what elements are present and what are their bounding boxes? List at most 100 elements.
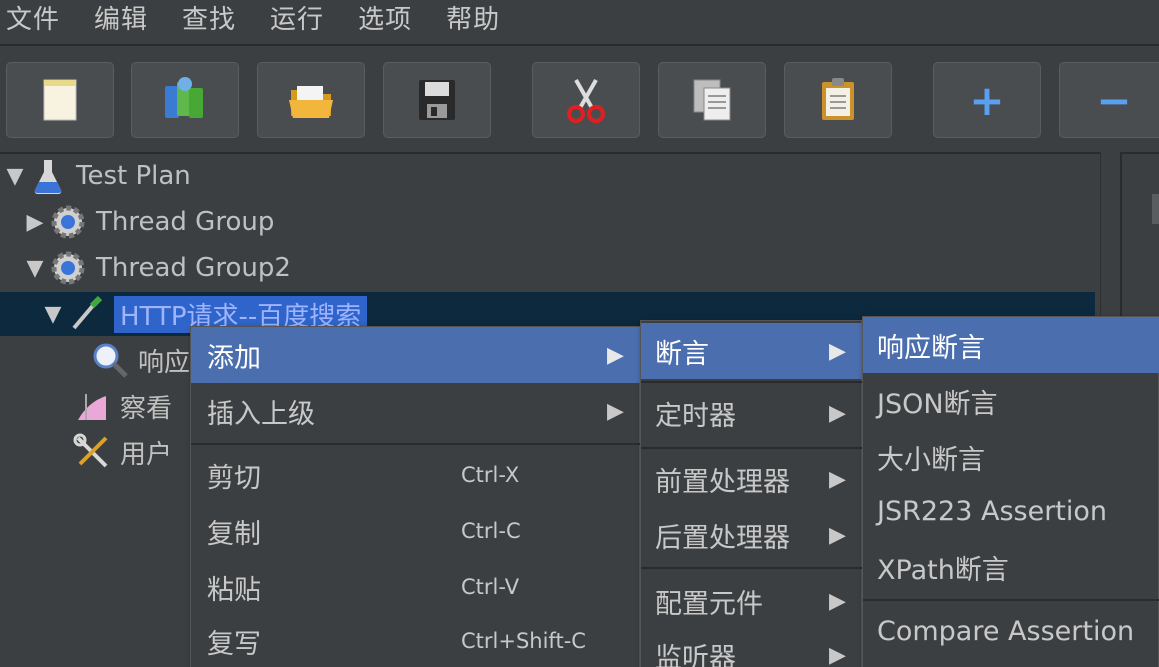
chart-icon — [72, 386, 112, 426]
templates-button[interactable] — [131, 62, 239, 138]
menu-item-post-processor[interactable]: 后置处理器 ▶ — [641, 507, 863, 563]
magnifier-icon — [90, 340, 130, 380]
menu-item-label: JSON断言 — [877, 388, 998, 420]
menu-item-compare-assertion[interactable]: Compare Assertion — [863, 603, 1159, 659]
menu-item-label: 剪切 — [207, 462, 261, 494]
expanded-arrow-icon[interactable]: ▼ — [40, 301, 66, 327]
menu-item-size-assertion[interactable]: 大小断言 — [863, 429, 1159, 485]
submenu-arrow-icon: ▶ — [829, 642, 846, 667]
menu-item-duplicate[interactable]: 复写 Ctrl+Shift-C — [191, 613, 641, 667]
copy-icon — [693, 79, 731, 121]
shortcut-label: Ctrl-V — [461, 575, 520, 599]
tree-label: 响应 — [138, 347, 191, 378]
menu-bar: 文件 编辑 查找 运行 选项 帮助 — [0, 0, 1159, 40]
save-button[interactable] — [383, 62, 491, 138]
tree-node-user-params[interactable]: 用户 — [72, 430, 172, 474]
expand-icon: + — [969, 75, 1005, 125]
menu-item-cut[interactable]: 剪切 Ctrl-X — [191, 447, 641, 503]
templates-icon — [165, 77, 203, 118]
add-submenu: 断言 ▶ 定时器 ▶ 前置处理器 ▶ 后置处理器 ▶ 配置元件 ▶ 监听器 ▶ — [640, 320, 863, 667]
new-icon — [43, 79, 77, 121]
menu-item-copy[interactable]: 复制 Ctrl-C — [191, 503, 641, 559]
menu-item-assertion[interactable]: 断言 ▶ — [641, 323, 863, 379]
expanded-arrow-icon[interactable]: ▼ — [2, 163, 28, 189]
gear-icon — [48, 202, 88, 242]
paste-button[interactable] — [784, 62, 892, 138]
menu-options[interactable]: 选项 — [358, 0, 412, 40]
wrench-screwdriver-icon — [72, 432, 112, 472]
menu-item-json-assertion[interactable]: JSON断言 — [863, 373, 1159, 429]
menu-item-label: 响应断言 — [877, 332, 985, 364]
submenu-arrow-icon: ▶ — [829, 466, 846, 492]
save-icon — [419, 80, 455, 120]
collapse-all-button[interactable]: − — [1059, 62, 1159, 138]
menu-item-label: 复制 — [207, 518, 261, 550]
copy-button[interactable] — [658, 62, 766, 138]
right-panel-edge — [1152, 194, 1159, 224]
menu-item-insert-parent[interactable]: 插入上级 ▶ — [191, 383, 641, 439]
menu-item-add[interactable]: 添加 ▶ — [191, 327, 641, 383]
assertion-submenu: 响应断言 JSON断言 大小断言 JSR223 Assertion XPath断… — [862, 316, 1159, 667]
menu-item-label: 后置处理器 — [655, 522, 790, 554]
menubar-separator — [0, 44, 1159, 46]
open-button[interactable] — [257, 62, 365, 138]
menu-separator — [641, 381, 863, 383]
shortcut-label: Ctrl-C — [461, 519, 521, 543]
tree-node-view-results[interactable]: 察看 — [72, 384, 172, 428]
expand-all-button[interactable]: + — [933, 62, 1041, 138]
tree-node-test-plan[interactable]: ▼ Test Plan — [2, 154, 191, 198]
toolbar: + − — [0, 62, 1159, 138]
menu-item-label: 配置元件 — [655, 588, 763, 620]
menu-item-label: JSR223 Assertion — [877, 495, 1108, 527]
tree-node-response-assertion[interactable]: 响应 — [90, 338, 190, 382]
menu-file[interactable]: 文件 — [6, 0, 60, 40]
menu-help[interactable]: 帮助 — [446, 0, 500, 40]
menu-item-label: 复写 — [207, 628, 261, 660]
menu-item-xpath-assertion[interactable]: XPath断言 — [863, 539, 1159, 595]
pipette-icon — [66, 294, 106, 334]
menu-item-label: 断言 — [655, 338, 709, 370]
menu-separator — [863, 599, 1159, 601]
menu-item-label: 前置处理器 — [655, 466, 790, 498]
submenu-arrow-icon: ▶ — [829, 522, 846, 548]
submenu-arrow-icon: ▶ — [829, 400, 846, 426]
tree-label: 用户 — [120, 439, 173, 470]
menu-item-label: 大小断言 — [877, 444, 985, 476]
menu-item-label: 定时器 — [655, 400, 736, 432]
menu-search[interactable]: 查找 — [182, 0, 236, 40]
menu-item-label: 添加 — [207, 342, 261, 374]
paste-icon — [822, 78, 854, 120]
collapse-icon: − — [1096, 75, 1132, 125]
menu-separator — [641, 447, 863, 449]
shortcut-label: Ctrl-X — [461, 463, 520, 487]
menu-item-response-assertion[interactable]: 响应断言 — [863, 317, 1159, 373]
menu-item-pre-processor[interactable]: 前置处理器 ▶ — [641, 451, 863, 507]
menu-item-label: 粘贴 — [207, 574, 261, 606]
menu-item-label: 插入上级 — [207, 398, 315, 430]
menu-item-paste[interactable]: 粘贴 Ctrl-V — [191, 559, 641, 615]
menu-separator — [641, 567, 863, 569]
shortcut-label: Ctrl+Shift-C — [461, 629, 586, 653]
tree-node-thread-group2[interactable]: ▼ Thread Group2 — [22, 246, 291, 290]
menu-item-listener[interactable]: 监听器 ▶ — [641, 627, 863, 667]
tree-node-thread-group[interactable]: ▶ Thread Group — [22, 200, 274, 244]
menu-run[interactable]: 运行 — [270, 0, 324, 40]
cut-button[interactable] — [532, 62, 640, 138]
gear-icon — [48, 248, 88, 288]
menu-item-jsr223-assertion[interactable]: JSR223 Assertion — [863, 483, 1159, 539]
submenu-arrow-icon: ▶ — [829, 338, 846, 364]
tree-label: Thread Group — [96, 207, 275, 237]
new-button[interactable] — [6, 62, 114, 138]
menu-item-label: Compare Assertion — [877, 615, 1135, 647]
context-menu: 添加 ▶ 插入上级 ▶ 剪切 Ctrl-X 复制 Ctrl-C 粘贴 Ctrl-… — [190, 326, 641, 667]
menu-item-timer[interactable]: 定时器 ▶ — [641, 385, 863, 441]
tree-label: Thread Group2 — [96, 253, 291, 283]
expanded-arrow-icon[interactable]: ▼ — [22, 255, 48, 281]
menu-edit[interactable]: 编辑 — [94, 0, 148, 40]
flask-icon — [28, 156, 68, 196]
menu-item-label: XPath断言 — [877, 554, 1009, 586]
menu-item-config-element[interactable]: 配置元件 ▶ — [641, 573, 863, 629]
submenu-arrow-icon: ▶ — [829, 588, 846, 614]
tree-label: 察看 — [120, 393, 173, 424]
collapsed-arrow-icon[interactable]: ▶ — [22, 209, 48, 235]
